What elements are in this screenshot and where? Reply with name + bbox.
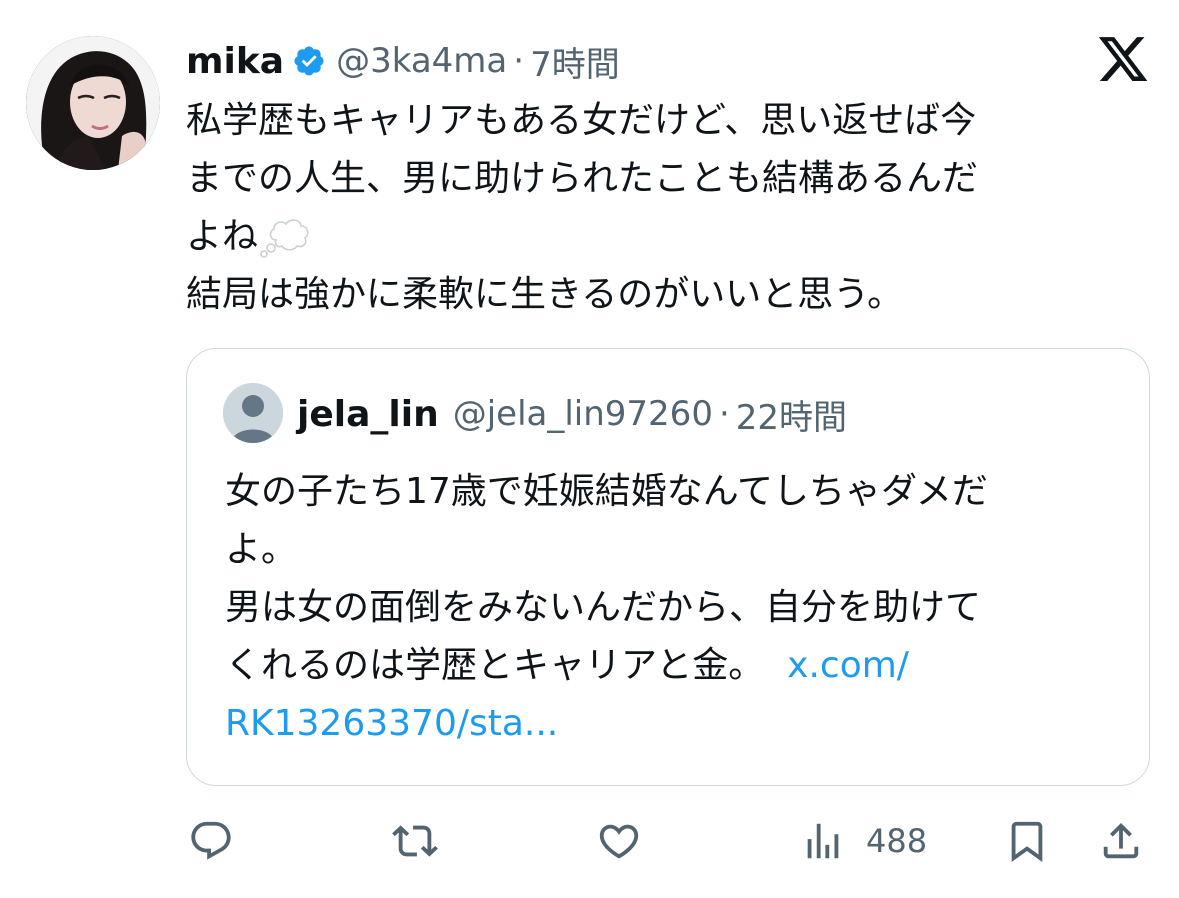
views-count: 488 bbox=[866, 822, 928, 860]
quoted-author-name[interactable]: jela_lin bbox=[297, 394, 439, 435]
quoted-text-line: くれるのは学歴とキャリアと金。 bbox=[225, 645, 765, 686]
share-icon[interactable] bbox=[1098, 818, 1144, 864]
quoted-author-avatar[interactable] bbox=[223, 383, 283, 443]
quoted-author-handle[interactable]: @jela_lin97260 bbox=[453, 394, 713, 434]
quoted-link[interactable]: x.com/ bbox=[787, 645, 909, 686]
quoted-tweet-text: 女の子たち17歳で妊娠結婚なんてしちゃダメだ よ。 男は女の面倒をみないんだから… bbox=[225, 463, 1125, 753]
quoted-text-line-with-link: くれるのは学歴とキャリアと金。 x.com/ bbox=[225, 637, 1125, 695]
quoted-text-line: 男は女の面倒をみないんだから、自分を助けて bbox=[225, 587, 982, 628]
default-profile-icon bbox=[223, 383, 283, 443]
quoted-text-line: 女の子たち17歳で妊娠結婚なんてしちゃダメだ bbox=[225, 471, 988, 512]
tweet-text-line-with-emoji: よね bbox=[186, 208, 1146, 266]
reply-icon[interactable] bbox=[188, 818, 234, 864]
quoted-link-line: RK13263370/sta... bbox=[225, 695, 1125, 753]
quoted-tweet[interactable]: jela_lin @jela_lin97260 · 22時間 女の子たち17歳で… bbox=[186, 348, 1150, 786]
quoted-header-separator: · bbox=[718, 394, 730, 434]
like-icon[interactable] bbox=[596, 818, 642, 864]
bookmark-icon[interactable] bbox=[1004, 818, 1050, 864]
tweet-text: 私学歴もキャリアもある女だけど、思い返せば今 までの人生、男に助けられたことも結… bbox=[186, 92, 1146, 324]
x-logo-icon[interactable] bbox=[1096, 32, 1150, 86]
tweet[interactable]: mika @3ka4ma · 7時間 私学歴もキャリアもある女だけど、思い返せば… bbox=[0, 0, 1179, 898]
quoted-text-line: よ。 bbox=[225, 529, 298, 570]
tweet-timestamp[interactable]: 7時間 bbox=[530, 37, 620, 86]
author-avatar[interactable] bbox=[26, 36, 160, 170]
views-icon bbox=[807, 823, 839, 859]
quoted-link-continued[interactable]: RK13263370/sta... bbox=[225, 703, 558, 744]
verified-badge-icon[interactable] bbox=[292, 44, 326, 78]
quoted-tweet-header: jela_lin @jela_lin97260 · 22時間 bbox=[297, 389, 847, 439]
tweet-header: mika @3ka4ma · 7時間 bbox=[186, 34, 620, 88]
tweet-text-line: 結局は強かに柔軟に生きるのがいいと思う。 bbox=[186, 274, 904, 315]
action-bar: 488 bbox=[0, 810, 1179, 870]
thought-balloon-icon bbox=[260, 219, 309, 258]
author-name[interactable]: mika bbox=[186, 41, 284, 82]
header-separator: · bbox=[513, 41, 525, 81]
author-handle[interactable]: @3ka4ma bbox=[336, 41, 507, 81]
tweet-text-line: までの人生、男に助けられたことも結構あるんだ bbox=[186, 158, 979, 199]
author-avatar-image bbox=[26, 36, 160, 170]
tweet-text-line: よね bbox=[186, 216, 259, 257]
views-counter[interactable]: 488 bbox=[800, 818, 927, 864]
tweet-text-line: 私学歴もキャリアもある女だけど、思い返せば今 bbox=[186, 100, 977, 141]
retweet-icon[interactable] bbox=[392, 818, 438, 864]
quoted-tweet-timestamp[interactable]: 22時間 bbox=[736, 390, 847, 439]
